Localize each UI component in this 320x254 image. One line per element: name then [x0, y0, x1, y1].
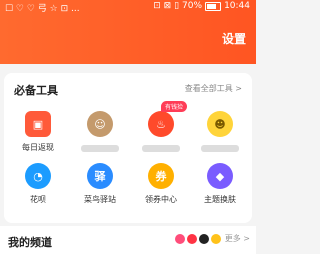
tool-item-2[interactable]: ☺ — [70, 111, 130, 156]
tool-label: 花呗 — [30, 195, 46, 204]
clock: 10:44 — [224, 1, 250, 11]
see-all-tools-link[interactable]: 查看全部工具 > — [185, 83, 242, 94]
huabei-icon: ◔ — [25, 163, 51, 189]
cainiao-icon: 驿 — [87, 163, 113, 189]
channels-section: 我的频道 更多 > — [0, 226, 256, 254]
tool-label: 菜鸟驿站 — [84, 195, 116, 204]
channels-more-group[interactable]: 更多 > — [174, 233, 250, 244]
tool-label: 主题换肤 — [204, 195, 236, 204]
tool-item-cainiao[interactable]: 驿 菜鸟驿站 — [70, 163, 130, 205]
channels-title: 我的频道 — [8, 236, 52, 249]
status-bar: ☐ ♡ ♡ 弓 ☆ ⊡ ... ⊡ ⊠ ▯ 70% 10:44 — [0, 0, 256, 14]
tool-item-4[interactable]: ☻ — [190, 111, 250, 156]
tool-label: 每日返现 — [22, 143, 54, 152]
tool-item-3[interactable]: 有钱捡 ♨ — [131, 101, 191, 156]
tool-item-daily-cashback[interactable]: ▣ 每日返现 — [8, 111, 68, 153]
header-banner: ☐ ♡ ♡ 弓 ☆ ⊡ ... ⊡ ⊠ ▯ 70% 10:44 设置 — [0, 0, 256, 64]
tools-title: 必备工具 — [14, 84, 58, 97]
tools-card: 必备工具 查看全部工具 > ▣ 每日返现 ☺ 有钱捡 ♨ ☻ ◔ 花呗 驿 菜鸟… — [4, 73, 252, 223]
channel-thumb-icon — [198, 233, 209, 244]
blurred-label — [81, 145, 119, 152]
tool-item-theme[interactable]: ◆ 主题换肤 — [190, 163, 250, 205]
notification-icons: ☐ ♡ ♡ 弓 ☆ ⊡ ... — [5, 4, 80, 14]
flame-icon: ♨ — [148, 111, 174, 137]
blurred-label — [142, 145, 180, 152]
smiley-mascot-icon: ☻ — [207, 111, 233, 137]
channel-thumb-icon — [210, 233, 221, 244]
channels-more-link[interactable]: 更多 > — [225, 233, 250, 244]
blurred-label — [201, 145, 239, 152]
battery-percent: 70% — [182, 1, 203, 11]
tool-item-coupon[interactable]: 券 领券中心 — [131, 163, 191, 205]
settings-button[interactable]: 设置 — [222, 30, 246, 47]
tool-item-huabei[interactable]: ◔ 花呗 — [8, 163, 68, 205]
avatar-character-icon: ☺ — [87, 111, 113, 137]
coupon-icon: 券 — [148, 163, 174, 189]
channel-thumb-icon — [174, 233, 185, 244]
calendar-gift-icon: ▣ — [25, 111, 51, 137]
promo-badge: 有钱捡 — [161, 101, 188, 112]
signal-icons: ⊡ ⊠ ▯ — [153, 1, 180, 11]
channel-thumb-icon — [186, 233, 197, 244]
battery-icon — [205, 1, 222, 11]
tool-label: 领券中心 — [145, 195, 177, 204]
theme-skin-icon: ◆ — [207, 163, 233, 189]
